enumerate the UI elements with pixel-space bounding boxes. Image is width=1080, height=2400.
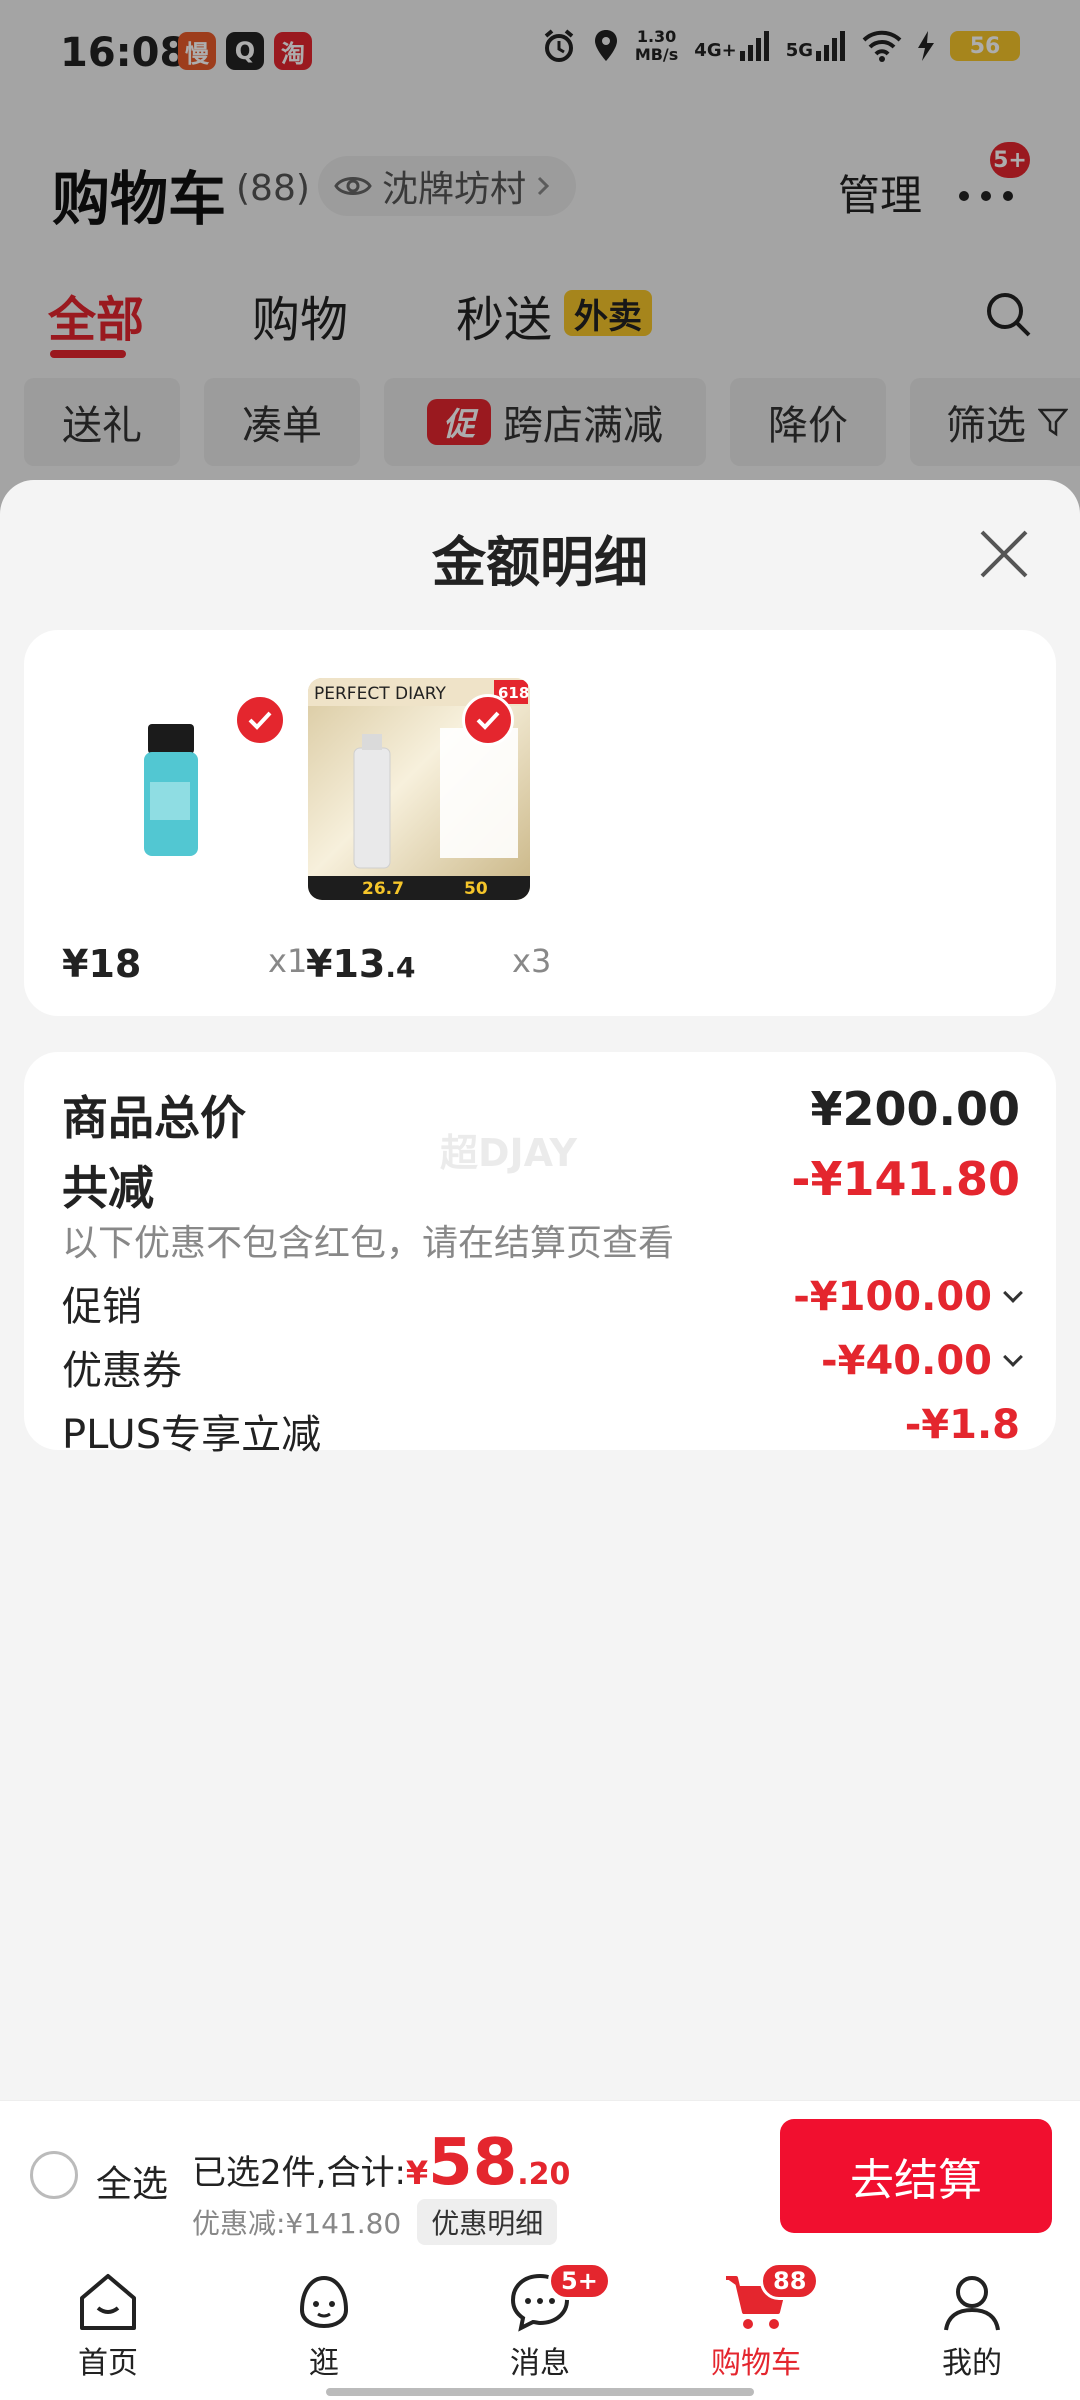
nav-label: 逛	[309, 2346, 339, 2381]
select-all-radio[interactable]	[30, 2151, 78, 2199]
bottom-nav: 首页 逛 消息 5+ 购物车 88 我的	[0, 2252, 1080, 2400]
sheet-title: 金额明细	[432, 531, 648, 594]
promotion-label: 促销	[62, 1284, 142, 1330]
home-indicator[interactable]	[326, 2388, 754, 2396]
coupon-row[interactable]: 优惠券 -¥40.00	[62, 1338, 1023, 1408]
nav-home[interactable]: 首页	[28, 2270, 188, 2390]
total-price-value: ¥200.00	[810, 1082, 1020, 1136]
total-amount-int: 58	[428, 2126, 518, 2200]
product-quantity: x3	[512, 942, 552, 980]
nav-label: 我的	[942, 2346, 1002, 2381]
product-price: ¥18	[62, 942, 141, 986]
chevron-down-icon	[1003, 1347, 1023, 1367]
profile-icon	[944, 2276, 1000, 2331]
coupon-label: 优惠券	[62, 1348, 182, 1394]
nav-label: 消息	[510, 2346, 570, 2381]
home-icon	[80, 2274, 136, 2330]
plus-discount-value: -¥1.8	[904, 1402, 1020, 1448]
thumb-price-2: 50	[464, 879, 488, 899]
total-currency: ¥	[405, 2154, 429, 2192]
product-price: ¥13.4	[306, 942, 415, 986]
plus-discount-row: PLUS专享立减 -¥1.8	[62, 1402, 1020, 1472]
selected-products-card: ¥18 x1 PERFECT DIARY 618 26.7 50 ¥13.4 x…	[24, 630, 1056, 1016]
coupon-amount: -¥40.00	[821, 1338, 992, 1384]
messages-badge: 5+	[548, 2262, 611, 2300]
thumb-price-1: 26.7	[362, 879, 404, 899]
chevron-down-icon	[1003, 1283, 1023, 1303]
coupon-value: -¥40.00	[821, 1338, 1023, 1384]
total-reduction-label: 共减	[62, 1161, 154, 1215]
checkout-bar: 全选 已选2件,合计: ¥ 58 .20 优惠减:¥141.80 优惠明细 去结…	[0, 2100, 1080, 2252]
nav-cart[interactable]: 购物车 88	[676, 2262, 836, 2390]
product-quantity: x1	[268, 942, 308, 980]
total-reduction-value: -¥141.80	[791, 1152, 1020, 1206]
select-all-label[interactable]: 全选	[96, 2155, 168, 2207]
total-amount-dec: .20	[517, 2157, 571, 2192]
checkout-button[interactable]: 去结算	[780, 2119, 1052, 2233]
promotion-amount: -¥100.00	[793, 1274, 992, 1320]
check-icon	[476, 711, 500, 730]
watermark: 超DJAY	[440, 1131, 577, 1175]
discount-summary: 优惠减:¥141.80 优惠明细	[192, 2199, 558, 2245]
nav-messages[interactable]: 消息 5+	[460, 2262, 620, 2390]
nav-browse[interactable]: 逛	[244, 2270, 404, 2390]
discount-detail-button[interactable]: 优惠明细	[417, 2199, 558, 2245]
price-breakdown-card: 商品总价 ¥200.00 共减 -¥141.80 以下优惠不包含红包，请在结算页…	[24, 1052, 1056, 1458]
discount-amount: 优惠减:¥141.80	[192, 2207, 402, 2240]
product-price-dec: .4	[385, 951, 416, 984]
reduction-note: 以下优惠不包含红包，请在结算页查看	[62, 1223, 675, 1264]
product-item[interactable]: ¥18 x1	[42, 678, 307, 986]
nav-profile[interactable]: 我的	[892, 2270, 1052, 2390]
product-item[interactable]: PERFECT DIARY 618 26.7 50 ¥13.4 x3	[286, 678, 551, 986]
browse-icon	[299, 2275, 349, 2329]
nav-label: 首页	[78, 2346, 138, 2381]
promotion-row[interactable]: 促销 -¥100.00	[62, 1274, 1023, 1344]
cart-badge: 88	[760, 2262, 820, 2300]
promotion-value: -¥100.00	[793, 1274, 1023, 1320]
total-price-label: 商品总价	[62, 1091, 246, 1145]
product-price-int: ¥13	[306, 942, 386, 986]
product-selected-check[interactable]	[462, 694, 514, 746]
close-icon[interactable]	[978, 528, 1030, 580]
modal-overlay[interactable]	[0, 0, 1080, 560]
check-icon	[248, 711, 272, 730]
plus-discount-label: PLUS专享立减	[62, 1412, 322, 1458]
summary-text: 已选2件,合计:	[192, 2153, 406, 2193]
nav-label: 购物车	[711, 2346, 801, 2381]
product-price-int: ¥18	[62, 942, 142, 986]
selection-summary: 已选2件,合计: ¥ 58 .20	[192, 2131, 570, 2195]
product-selected-check[interactable]	[234, 694, 286, 746]
thumb-brand-text: PERFECT DIARY	[314, 684, 446, 704]
